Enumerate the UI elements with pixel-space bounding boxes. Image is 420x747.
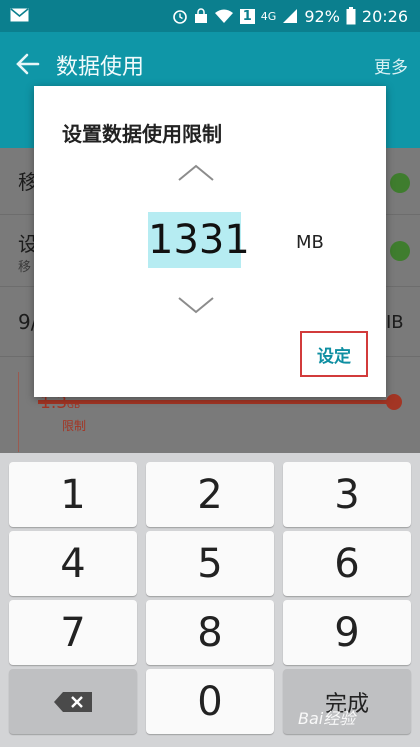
key-4[interactable]: 4 bbox=[9, 531, 137, 596]
key-1[interactable]: 1 bbox=[9, 462, 137, 527]
key-2[interactable]: 2 bbox=[146, 462, 274, 527]
mail-icon bbox=[10, 8, 29, 22]
page-title: 数据使用 bbox=[56, 55, 145, 80]
wifi-icon bbox=[214, 9, 233, 23]
cycle-unit: IB bbox=[386, 312, 404, 333]
backspace-icon bbox=[54, 691, 92, 712]
sim-badge: 1 bbox=[239, 8, 255, 24]
status-bar: 1 4G 92% 20:26 bbox=[0, 0, 420, 32]
key-3[interactable]: 3 bbox=[283, 462, 411, 527]
key-9[interactable]: 9 bbox=[283, 600, 411, 665]
back-arrow-icon[interactable] bbox=[14, 50, 42, 78]
chevron-down-icon[interactable] bbox=[176, 294, 216, 316]
battery-icon bbox=[346, 7, 356, 25]
chevron-up-icon[interactable] bbox=[176, 162, 216, 184]
alarm-icon bbox=[172, 10, 187, 24]
set-button[interactable]: 设定 bbox=[300, 331, 368, 377]
toggle-switch bbox=[390, 173, 410, 193]
numeric-keypad: 1 2 3 4 5 6 7 8 9 0 完成 bbox=[0, 453, 420, 747]
sim-lock-icon bbox=[194, 8, 207, 23]
key-5[interactable]: 5 bbox=[146, 531, 274, 596]
limit-handle bbox=[386, 394, 402, 410]
unit-label: MB bbox=[296, 232, 324, 253]
signal-icon bbox=[283, 9, 298, 23]
limit-label: 限制 bbox=[62, 419, 87, 433]
key-7[interactable]: 7 bbox=[9, 600, 137, 665]
set-limit-dialog: 设置数据使用限制 1331 MB 设定 bbox=[34, 86, 386, 397]
toggle-switch bbox=[390, 241, 410, 261]
key-0[interactable]: 0 bbox=[146, 669, 274, 734]
clock: 20:26 bbox=[361, 6, 408, 26]
more-button[interactable]: 更多 bbox=[374, 53, 408, 78]
network-type: 4G bbox=[260, 9, 277, 23]
limit-line bbox=[38, 400, 396, 404]
limit-value-input[interactable]: 1331 bbox=[148, 212, 250, 268]
status-right: 1 4G 92% 20:26 bbox=[172, 5, 408, 27]
watermark: Bai经验 bbox=[298, 709, 356, 728]
key-6[interactable]: 6 bbox=[283, 531, 411, 596]
battery-percent: 92% bbox=[304, 6, 340, 26]
chart-axis bbox=[18, 372, 19, 452]
backspace-key[interactable] bbox=[9, 669, 137, 734]
dialog-title: 设置数据使用限制 bbox=[62, 122, 222, 146]
key-8[interactable]: 8 bbox=[146, 600, 274, 665]
